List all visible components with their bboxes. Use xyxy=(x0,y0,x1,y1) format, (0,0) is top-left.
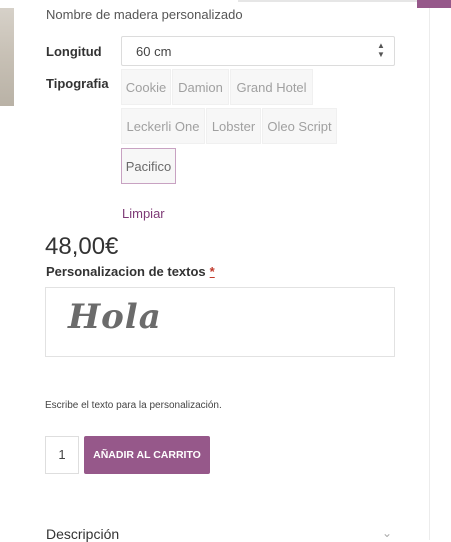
swatch-oleo-script[interactable]: Oleo Script xyxy=(262,108,337,144)
length-select[interactable]: 60 cm ▲ ▼ xyxy=(121,36,395,66)
personalization-label-text: Personalizacion de textos xyxy=(46,264,206,279)
personalization-preview-text: Hola xyxy=(68,297,162,337)
swatch-grand-hotel[interactable]: Grand Hotel xyxy=(230,69,313,105)
product-subtitle: Nombre de madera personalizado xyxy=(46,7,243,22)
personalization-label: Personalizacion de textos * xyxy=(46,264,215,279)
typography-label: Tipografia xyxy=(46,76,109,91)
swatch-pacifico[interactable]: Pacifico xyxy=(121,148,176,184)
add-to-cart-button[interactable]: AÑADIR AL CARRITO xyxy=(84,436,210,474)
required-mark: * xyxy=(209,264,215,279)
quantity-input[interactable]: 1 xyxy=(45,436,79,474)
swatch-leckerli-one[interactable]: Leckerli One xyxy=(121,108,205,144)
swatch-cookie[interactable]: Cookie xyxy=(121,69,171,105)
length-label: Longitud xyxy=(46,44,102,59)
personalization-text-field[interactable]: Hola xyxy=(45,287,395,357)
swatch-damion[interactable]: Damion xyxy=(172,69,229,105)
chevron-down-icon[interactable]: ⌄ xyxy=(382,526,392,540)
product-price: 48,00€ xyxy=(45,233,119,260)
header-accent-button[interactable] xyxy=(417,0,451,8)
column-divider xyxy=(429,8,430,540)
up-down-arrows-icon: ▲ ▼ xyxy=(377,41,385,59)
length-select-value: 60 cm xyxy=(136,44,172,59)
personalization-help-text: Escribe el texto para la personalización… xyxy=(45,400,222,411)
product-image-edge xyxy=(0,0,14,106)
swatch-lobster[interactable]: Lobster xyxy=(206,108,261,144)
clear-selection-link[interactable]: Limpiar xyxy=(122,206,165,221)
